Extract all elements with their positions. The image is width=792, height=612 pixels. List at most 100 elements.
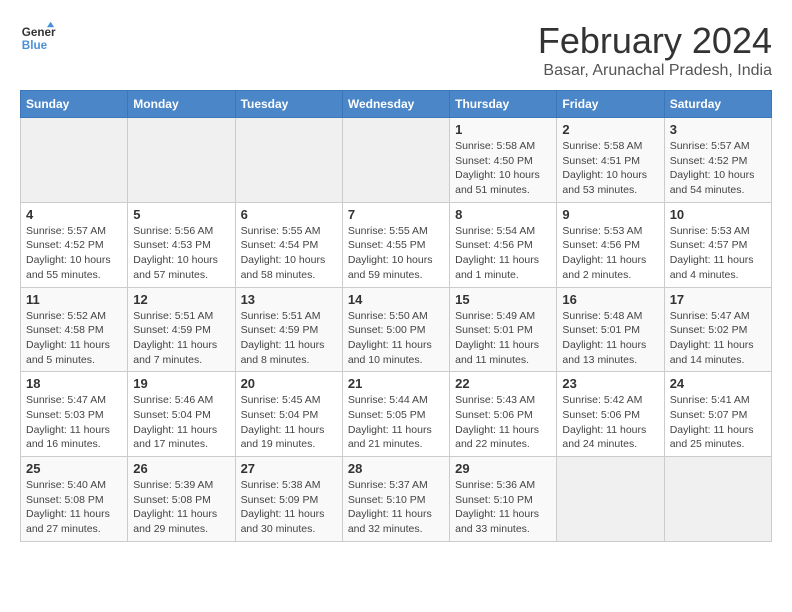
- day-header-wednesday: Wednesday: [342, 91, 449, 118]
- calendar-cell: 9Sunrise: 5:53 AM Sunset: 4:56 PM Daylig…: [557, 202, 664, 287]
- day-info: Sunrise: 5:50 AM Sunset: 5:00 PM Dayligh…: [348, 309, 444, 368]
- calendar-cell: 20 Sunrise: 5:45 AM Sunset: 5:04 PM Dayli…: [235, 372, 342, 457]
- calendar-cell: 26 Sunrise: 5:39 AM Sunset: 5:08 PM Dayli…: [128, 457, 235, 542]
- calendar-cell: 1Sunrise: 5:58 AM Sunset: 4:50 PM Daylig…: [450, 118, 557, 203]
- calendar-cell: 10Sunrise: 5:53 AM Sunset: 4:57 PM Dayli…: [664, 202, 771, 287]
- calendar-cell: 8 Sunrise: 5:54 AM Sunset: 4:56 PM Daylig…: [450, 202, 557, 287]
- calendar-cell: 21Sunrise: 5:44 AM Sunset: 5:05 PM Dayli…: [342, 372, 449, 457]
- day-info: Sunrise: 5:57 AM Sunset: 4:52 PM Dayligh…: [670, 139, 766, 198]
- day-number: 24: [670, 376, 766, 391]
- day-number: 28: [348, 461, 444, 476]
- day-header-tuesday: Tuesday: [235, 91, 342, 118]
- svg-text:Blue: Blue: [22, 39, 48, 52]
- calendar-cell: 24 Sunrise: 5:41 AM Sunset: 5:07 PM Dayli…: [664, 372, 771, 457]
- day-info: Sunrise: 5:47 AM Sunset: 5:02 PM Dayligh…: [670, 309, 766, 368]
- calendar-cell: [557, 457, 664, 542]
- calendar-cell: 17Sunrise: 5:47 AM Sunset: 5:02 PM Dayli…: [664, 287, 771, 372]
- day-header-thursday: Thursday: [450, 91, 557, 118]
- calendar-cell: 15 Sunrise: 5:49 AM Sunset: 5:01 PM Dayli…: [450, 287, 557, 372]
- day-info: Sunrise: 5:45 AM Sunset: 5:04 PM Dayligh…: [241, 393, 337, 452]
- day-number: 4: [26, 207, 122, 222]
- day-info: Sunrise: 5:39 AM Sunset: 5:08 PM Dayligh…: [133, 478, 229, 537]
- day-info: Sunrise: 5:53 AM Sunset: 4:57 PM Dayligh…: [670, 224, 766, 283]
- calendar-cell: 22Sunrise: 5:43 AM Sunset: 5:06 PM Dayli…: [450, 372, 557, 457]
- day-info: Sunrise: 5:46 AM Sunset: 5:04 PM Dayligh…: [133, 393, 229, 452]
- day-info: Sunrise: 5:58 AM Sunset: 4:50 PM Dayligh…: [455, 139, 551, 198]
- calendar-cell: 19 Sunrise: 5:46 AM Sunset: 5:04 PM Dayli…: [128, 372, 235, 457]
- day-info: Sunrise: 5:55 AM Sunset: 4:54 PM Dayligh…: [241, 224, 337, 283]
- day-info: Sunrise: 5:58 AM Sunset: 4:51 PM Dayligh…: [562, 139, 658, 198]
- week-row-5: 25 Sunrise: 5:40 AM Sunset: 5:08 PM Dayli…: [21, 457, 772, 542]
- title-area: February 2024 Basar, Arunachal Pradesh, …: [538, 20, 772, 80]
- day-info: Sunrise: 5:37 AM Sunset: 5:10 PM Dayligh…: [348, 478, 444, 537]
- logo-icon: General Blue: [20, 20, 56, 56]
- svg-text:General: General: [22, 26, 56, 39]
- day-info: Sunrise: 5:43 AM Sunset: 5:06 PM Dayligh…: [455, 393, 551, 452]
- day-header-friday: Friday: [557, 91, 664, 118]
- header-row: SundayMondayTuesdayWednesdayThursdayFrid…: [21, 91, 772, 118]
- day-info: Sunrise: 5:47 AM Sunset: 5:03 PM Dayligh…: [26, 393, 122, 452]
- day-number: 13: [241, 292, 337, 307]
- calendar-cell: 28 Sunrise: 5:37 AM Sunset: 5:10 PM Dayli…: [342, 457, 449, 542]
- day-header-saturday: Saturday: [664, 91, 771, 118]
- day-info: Sunrise: 5:54 AM Sunset: 4:56 PM Dayligh…: [455, 224, 551, 283]
- week-row-3: 11 Sunrise: 5:52 AM Sunset: 4:58 PM Dayli…: [21, 287, 772, 372]
- calendar-cell: 18 Sunrise: 5:47 AM Sunset: 5:03 PM Dayli…: [21, 372, 128, 457]
- logo: General Blue: [20, 20, 56, 56]
- calendar-cell: [21, 118, 128, 203]
- day-info: Sunrise: 5:36 AM Sunset: 5:10 PM Dayligh…: [455, 478, 551, 537]
- day-info: Sunrise: 5:40 AM Sunset: 5:08 PM Dayligh…: [26, 478, 122, 537]
- day-number: 14: [348, 292, 444, 307]
- header: General Blue February 2024 Basar, Arunac…: [20, 20, 772, 80]
- calendar-cell: [235, 118, 342, 203]
- day-number: 18: [26, 376, 122, 391]
- calendar-cell: 27Sunrise: 5:38 AM Sunset: 5:09 PM Dayli…: [235, 457, 342, 542]
- calendar-cell: 14 Sunrise: 5:50 AM Sunset: 5:00 PM Dayli…: [342, 287, 449, 372]
- day-number: 26: [133, 461, 229, 476]
- calendar-cell: 25 Sunrise: 5:40 AM Sunset: 5:08 PM Dayli…: [21, 457, 128, 542]
- week-row-4: 18 Sunrise: 5:47 AM Sunset: 5:03 PM Dayli…: [21, 372, 772, 457]
- calendar-table: SundayMondayTuesdayWednesdayThursdayFrid…: [20, 90, 772, 542]
- day-number: 9: [562, 207, 658, 222]
- day-number: 27: [241, 461, 337, 476]
- day-number: 29: [455, 461, 551, 476]
- day-info: Sunrise: 5:55 AM Sunset: 4:55 PM Dayligh…: [348, 224, 444, 283]
- week-row-2: 4 Sunrise: 5:57 AM Sunset: 4:52 PM Daylig…: [21, 202, 772, 287]
- calendar-cell: 16Sunrise: 5:48 AM Sunset: 5:01 PM Dayli…: [557, 287, 664, 372]
- day-info: Sunrise: 5:48 AM Sunset: 5:01 PM Dayligh…: [562, 309, 658, 368]
- day-header-sunday: Sunday: [21, 91, 128, 118]
- day-header-monday: Monday: [128, 91, 235, 118]
- day-info: Sunrise: 5:49 AM Sunset: 5:01 PM Dayligh…: [455, 309, 551, 368]
- week-row-1: 1Sunrise: 5:58 AM Sunset: 4:50 PM Daylig…: [21, 118, 772, 203]
- day-number: 6: [241, 207, 337, 222]
- calendar-cell: 4 Sunrise: 5:57 AM Sunset: 4:52 PM Daylig…: [21, 202, 128, 287]
- day-number: 2: [562, 122, 658, 137]
- day-number: 15: [455, 292, 551, 307]
- calendar-cell: [342, 118, 449, 203]
- calendar-cell: 23Sunrise: 5:42 AM Sunset: 5:06 PM Dayli…: [557, 372, 664, 457]
- day-info: Sunrise: 5:56 AM Sunset: 4:53 PM Dayligh…: [133, 224, 229, 283]
- calendar-cell: 11 Sunrise: 5:52 AM Sunset: 4:58 PM Dayli…: [21, 287, 128, 372]
- calendar-cell: [128, 118, 235, 203]
- day-number: 11: [26, 292, 122, 307]
- calendar-cell: 13 Sunrise: 5:51 AM Sunset: 4:59 PM Dayli…: [235, 287, 342, 372]
- month-title: February 2024: [538, 20, 772, 62]
- day-info: Sunrise: 5:52 AM Sunset: 4:58 PM Dayligh…: [26, 309, 122, 368]
- calendar-cell: 12 Sunrise: 5:51 AM Sunset: 4:59 PM Dayli…: [128, 287, 235, 372]
- day-number: 8: [455, 207, 551, 222]
- location-subtitle: Basar, Arunachal Pradesh, India: [538, 62, 772, 80]
- day-info: Sunrise: 5:57 AM Sunset: 4:52 PM Dayligh…: [26, 224, 122, 283]
- calendar-cell: 29 Sunrise: 5:36 AM Sunset: 5:10 PM Dayli…: [450, 457, 557, 542]
- day-number: 20: [241, 376, 337, 391]
- day-info: Sunrise: 5:42 AM Sunset: 5:06 PM Dayligh…: [562, 393, 658, 452]
- day-number: 3: [670, 122, 766, 137]
- day-number: 12: [133, 292, 229, 307]
- day-number: 5: [133, 207, 229, 222]
- day-number: 19: [133, 376, 229, 391]
- day-info: Sunrise: 5:51 AM Sunset: 4:59 PM Dayligh…: [241, 309, 337, 368]
- calendar-cell: [664, 457, 771, 542]
- day-info: Sunrise: 5:44 AM Sunset: 5:05 PM Dayligh…: [348, 393, 444, 452]
- day-info: Sunrise: 5:51 AM Sunset: 4:59 PM Dayligh…: [133, 309, 229, 368]
- day-info: Sunrise: 5:41 AM Sunset: 5:07 PM Dayligh…: [670, 393, 766, 452]
- day-number: 25: [26, 461, 122, 476]
